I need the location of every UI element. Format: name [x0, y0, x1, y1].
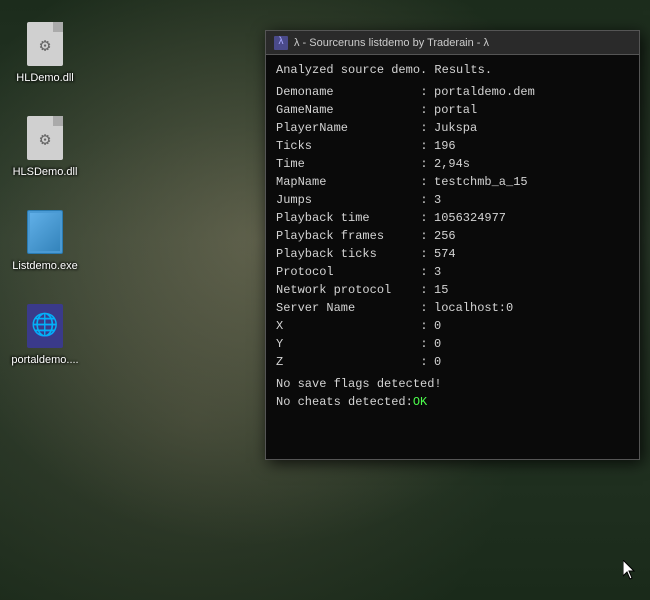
exe-icon [27, 210, 63, 254]
row-separator: : [414, 209, 434, 227]
row-label: Jumps [276, 191, 414, 209]
row-value: 1056324977 [434, 209, 506, 227]
terminal-data-row: Jumps: 3 [276, 191, 629, 209]
no-cheats-ok: OK [413, 393, 427, 411]
row-value: 0 [434, 317, 441, 335]
row-value: 256 [434, 227, 456, 245]
row-separator: : [414, 335, 434, 353]
row-value: 0 [434, 353, 441, 371]
terminal-data-row: Z: 0 [276, 353, 629, 371]
listdemo-exe-image [25, 208, 65, 256]
terminal-header: Analyzed source demo. Results. [276, 63, 629, 77]
listdemo-exe-icon[interactable]: Listdemo.exe [10, 208, 80, 272]
terminal-icon: λ [274, 36, 288, 50]
portaldemo-label: portaldemo.... [11, 354, 78, 366]
row-label: Y [276, 335, 414, 353]
row-separator: : [414, 299, 434, 317]
terminal-data-row: Time: 2,94s [276, 155, 629, 173]
portaldemo-icon[interactable]: portaldemo.... [10, 302, 80, 366]
footer-no-save: No save flags detected! [276, 375, 629, 393]
row-label: Time [276, 155, 414, 173]
row-value: 15 [434, 281, 448, 299]
listdemo-exe-label: Listdemo.exe [12, 260, 77, 272]
terminal-window: λ λ - Sourceruns listdemo by Traderain -… [265, 30, 640, 460]
row-value: 3 [434, 263, 441, 281]
terminal-data-row: Network protocol: 15 [276, 281, 629, 299]
hldemo-dll-icon[interactable]: ⚙ HLDemo.dll [10, 20, 80, 84]
row-separator: : [414, 83, 434, 101]
terminal-data-row: Playback ticks: 574 [276, 245, 629, 263]
row-label: Playback time [276, 209, 414, 227]
row-label: Playback ticks [276, 245, 414, 263]
terminal-title: λ - Sourceruns listdemo by Traderain - λ [294, 37, 631, 49]
row-value: localhost:0 [434, 299, 513, 317]
terminal-data-row: X: 0 [276, 317, 629, 335]
row-value: portaldemo.dem [434, 83, 535, 101]
row-label: MapName [276, 173, 414, 191]
row-separator: : [414, 119, 434, 137]
cursor-arrow-icon [623, 560, 637, 580]
terminal-body[interactable]: Analyzed source demo. Results. Demoname:… [266, 55, 639, 459]
row-separator: : [414, 263, 434, 281]
terminal-titlebar[interactable]: λ λ - Sourceruns listdemo by Traderain -… [266, 31, 639, 55]
row-separator: : [414, 173, 434, 191]
row-separator: : [414, 191, 434, 209]
terminal-data-row: Ticks: 196 [276, 137, 629, 155]
row-value: Jukspa [434, 119, 477, 137]
footer-no-cheats: No cheats detected: OK [276, 393, 629, 411]
portaldemo-image [25, 302, 65, 350]
row-separator: : [414, 101, 434, 119]
row-value: 574 [434, 245, 456, 263]
row-label: Network protocol [276, 281, 414, 299]
row-separator: : [414, 245, 434, 263]
hlsdemo-dll-image: ⚙ [25, 114, 65, 162]
row-value: 2,94s [434, 155, 470, 173]
row-label: Z [276, 353, 414, 371]
terminal-data-row: Server Name: localhost:0 [276, 299, 629, 317]
terminal-data-row: GameName: portal [276, 101, 629, 119]
terminal-rows: Demoname: portaldemo.demGameName: portal… [276, 83, 629, 371]
row-label: Protocol [276, 263, 414, 281]
row-separator: : [414, 353, 434, 371]
no-cheats-prefix: No cheats detected: [276, 393, 413, 411]
row-value: portal [434, 101, 477, 119]
terminal-data-row: PlayerName: Jukspa [276, 119, 629, 137]
row-separator: : [414, 155, 434, 173]
globe-icon [27, 304, 63, 348]
hldemo-dll-image: ⚙ [25, 20, 65, 68]
terminal-data-row: Playback time: 1056324977 [276, 209, 629, 227]
row-value: 3 [434, 191, 441, 209]
row-separator: : [414, 137, 434, 155]
row-label: PlayerName [276, 119, 414, 137]
row-label: GameName [276, 101, 414, 119]
row-separator: : [414, 317, 434, 335]
hlsdemo-dll-label: HLSDemo.dll [13, 166, 78, 178]
terminal-data-row: Protocol: 3 [276, 263, 629, 281]
desktop-icons: ⚙ HLDemo.dll ⚙ HLSDemo.dll Listdemo.exe … [0, 0, 90, 386]
hlsdemo-dll-icon[interactable]: ⚙ HLSDemo.dll [10, 114, 80, 178]
row-value: testchmb_a_15 [434, 173, 528, 191]
no-save-text: No save flags detected! [276, 375, 442, 393]
terminal-data-row: Y: 0 [276, 335, 629, 353]
row-label: X [276, 317, 414, 335]
terminal-data-row: Demoname: portaldemo.dem [276, 83, 629, 101]
row-separator: : [414, 281, 434, 299]
terminal-data-row: MapName: testchmb_a_15 [276, 173, 629, 191]
file-gear-icon: ⚙ [27, 22, 63, 66]
row-label: Ticks [276, 137, 414, 155]
row-label: Demoname [276, 83, 414, 101]
row-value: 196 [434, 137, 456, 155]
terminal-data-row: Playback frames: 256 [276, 227, 629, 245]
row-value: 0 [434, 335, 441, 353]
row-label: Server Name [276, 299, 414, 317]
row-separator: : [414, 227, 434, 245]
row-label: Playback frames [276, 227, 414, 245]
file-gear-icon-2: ⚙ [27, 116, 63, 160]
hldemo-dll-label: HLDemo.dll [16, 72, 73, 84]
mouse-cursor [623, 560, 635, 580]
